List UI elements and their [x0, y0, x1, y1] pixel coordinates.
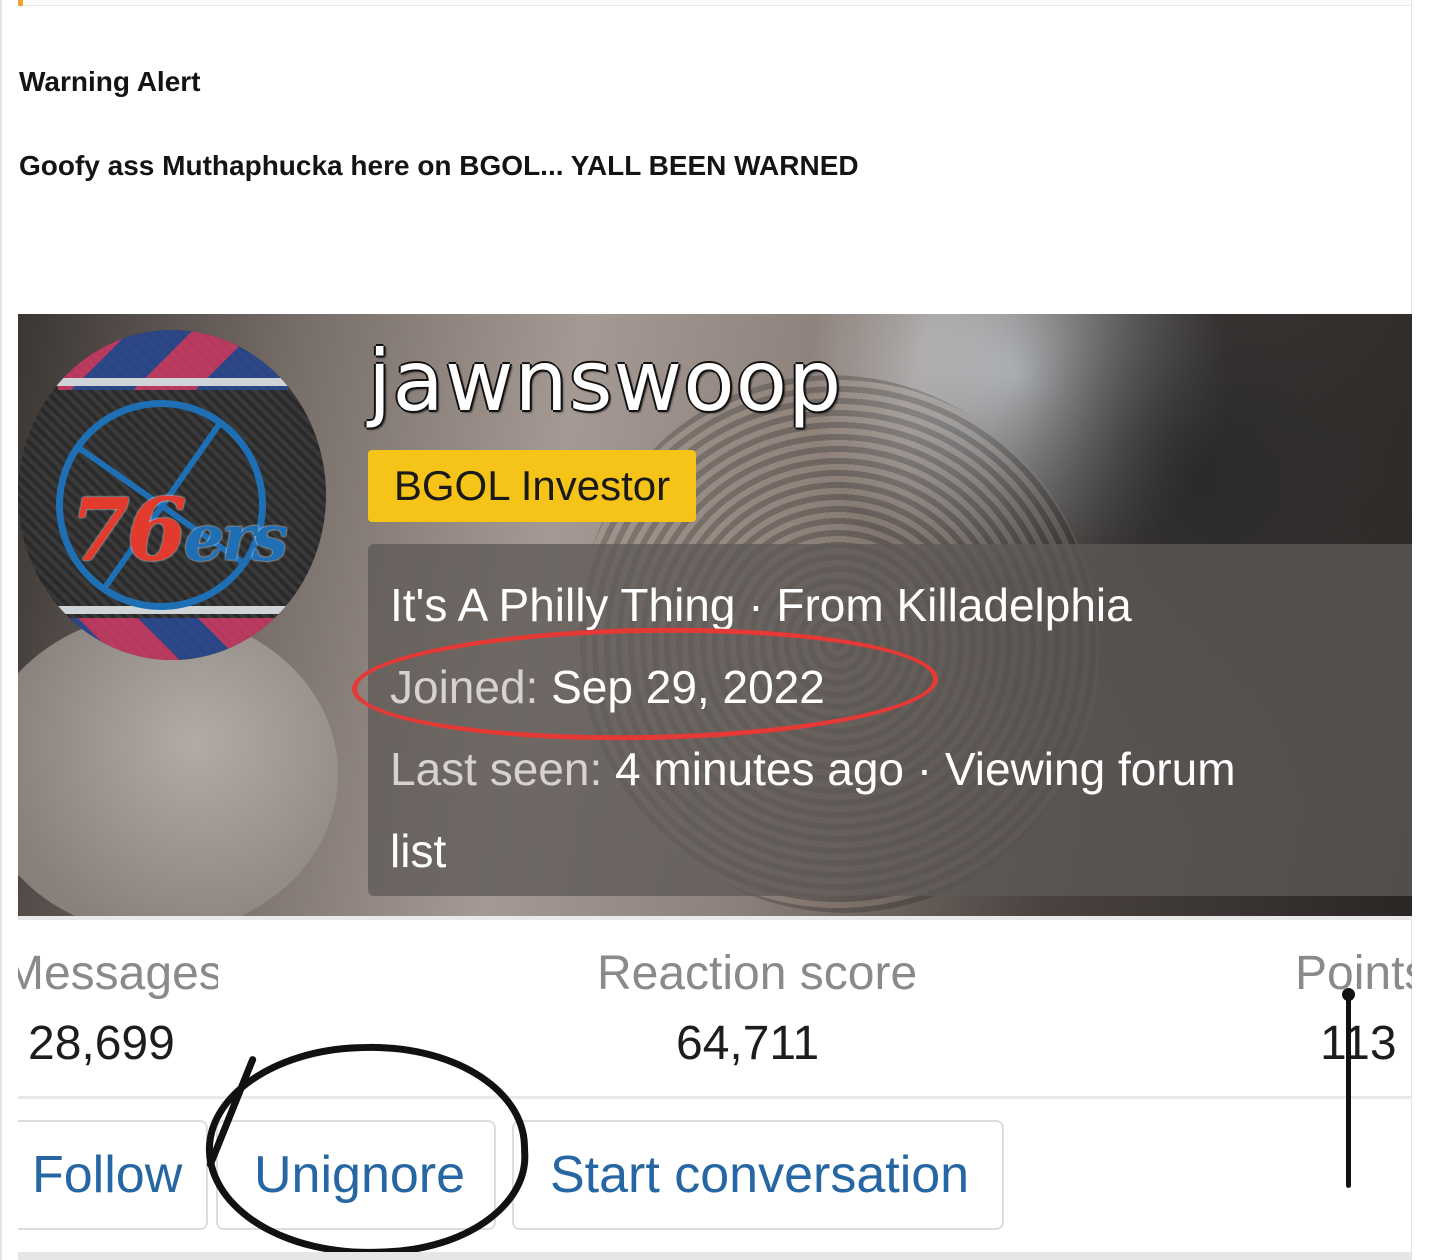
custom-title: It's A Philly Thing: [390, 579, 736, 631]
profile-card: 76ers jawnswoop BGOL Investor It's A Phi…: [18, 314, 1412, 918]
avatar[interactable]: 76ers: [18, 330, 326, 660]
divider: [18, 916, 1412, 920]
stat-messages-value[interactable]: 28,699: [28, 1016, 175, 1072]
last-seen-line: Last seen: 4 minutes ago · Viewing forum…: [390, 728, 1412, 892]
last-seen-value: 4 minutes ago: [615, 743, 905, 795]
stat-points-value[interactable]: 113: [1320, 1016, 1397, 1072]
start-conversation-button[interactable]: Start conversation: [512, 1120, 1004, 1230]
follow-button[interactable]: Follow: [18, 1120, 208, 1230]
next-content-strip: [18, 1252, 1412, 1260]
avatar-team-number: 76: [70, 480, 187, 581]
post-body: Goofy ass Muthaphucka here on BGOL... YA…: [19, 150, 859, 181]
quote-accent: [18, 0, 23, 6]
stat-messages-label: Messages: [18, 947, 218, 1000]
frame-border: [0, 0, 2, 1260]
avatar-x-bottom: [58, 618, 288, 660]
separator-dot: ·: [916, 743, 945, 795]
rank-badge: BGOL Investor: [368, 450, 696, 522]
avatar-team-logo: 76ers: [70, 480, 288, 581]
avatar-team-suffix: ers: [183, 501, 288, 576]
last-seen-label: Last seen:: [390, 743, 603, 795]
quote-block: [18, 0, 1412, 6]
location: From Killadelphia: [776, 579, 1132, 631]
post-content: Warning Alert Goofy ass Muthaphucka here…: [0, 0, 1440, 1260]
black-line-annotation: [1346, 992, 1351, 1188]
black-line-annotation-dot: [1342, 988, 1355, 1001]
separator-dot: ·: [748, 579, 777, 631]
stat-reaction-label: Reaction score: [597, 947, 918, 1000]
stat-reaction-value[interactable]: 64,711: [676, 1016, 819, 1072]
avatar-bar: [18, 378, 326, 386]
username[interactable]: jawnswoop: [368, 336, 842, 426]
post-title: Warning Alert: [19, 66, 201, 97]
